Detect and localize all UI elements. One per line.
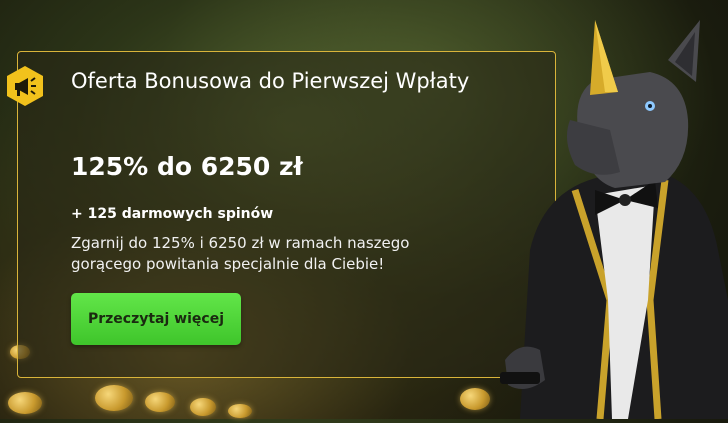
gold-coin [95,385,133,411]
gold-coin [460,388,490,410]
free-spins-text: + 125 darmowych spinów [71,206,274,222]
read-more-button[interactable]: Przeczytaj więcej [71,293,241,345]
rhino-in-tuxedo-illustration [500,20,728,420]
bonus-amount: 125% do 6250 zł [71,152,303,181]
megaphone-badge [3,64,47,108]
gold-coin [8,392,42,414]
megaphone-icon [7,66,43,106]
offer-title: Oferta Bonusowa do Pierwszej Wpłaty [71,69,470,93]
gold-coin [190,398,216,416]
rhino-mascot-illustration [500,0,728,420]
gold-coin [145,392,175,412]
gold-coin [228,404,252,418]
offer-description: Zgarnij do 125% i 6250 zł w ramach nasze… [71,234,410,273]
